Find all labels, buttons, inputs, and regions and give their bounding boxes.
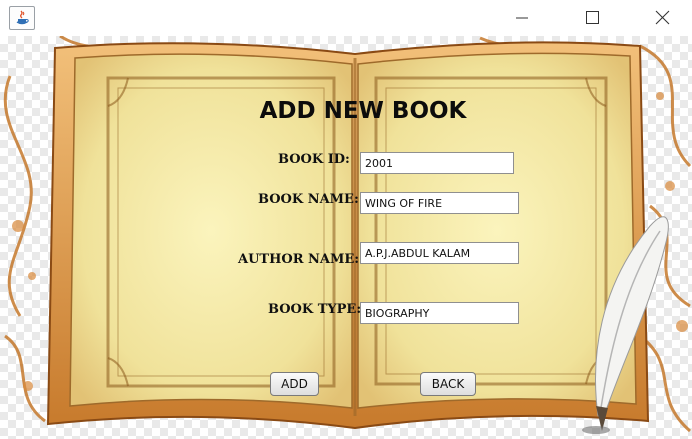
maximize-icon[interactable] (580, 6, 604, 30)
java-icon[interactable] (9, 6, 35, 30)
minimize-icon[interactable] (510, 6, 534, 30)
close-icon[interactable] (650, 6, 674, 30)
book-id-input[interactable] (360, 152, 514, 174)
author-name-input[interactable] (360, 242, 519, 264)
book-name-input[interactable] (360, 192, 519, 214)
open-book-background (3, 36, 692, 434)
book-type-input[interactable] (360, 302, 519, 324)
app-window: ADD NEW BOOK BOOK ID: BOOK NAME: AUTHOR … (0, 0, 692, 439)
book-type-label: BOOK TYPE: (268, 302, 362, 317)
add-button[interactable]: ADD (270, 372, 319, 396)
title-bar (0, 0, 692, 36)
form-panel: ADD NEW BOOK BOOK ID: BOOK NAME: AUTHOR … (0, 36, 692, 439)
page-title: ADD NEW BOOK (259, 98, 467, 124)
book-id-label: BOOK ID: (278, 152, 350, 167)
author-name-label: AUTHOR NAME: (238, 252, 360, 267)
back-button[interactable]: BACK (420, 372, 476, 396)
book-name-label: BOOK NAME: (258, 192, 359, 207)
